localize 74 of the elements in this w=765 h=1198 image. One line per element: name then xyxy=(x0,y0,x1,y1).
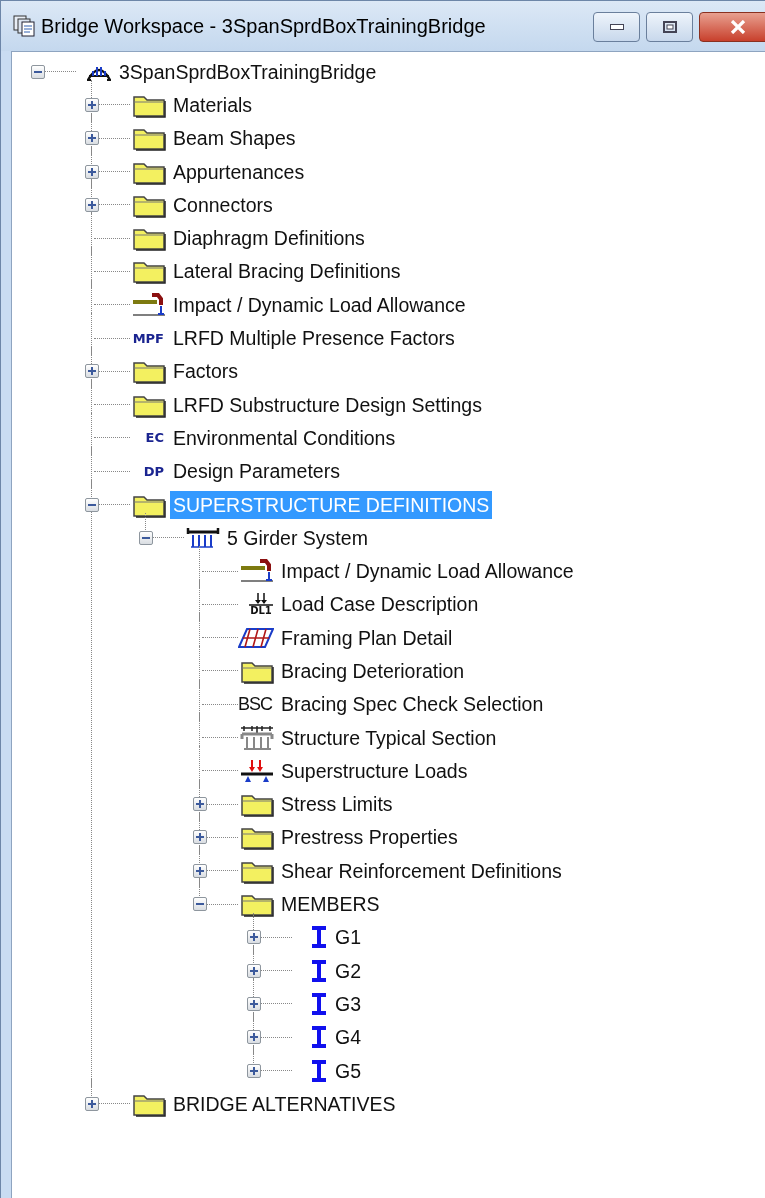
tree-item[interactable]: Impact / Dynamic Load Allowance xyxy=(278,557,577,586)
tree-item[interactable]: Stress Limits xyxy=(278,790,396,819)
i-beam-icon xyxy=(310,1026,328,1049)
abbreviation-icon: MPF xyxy=(132,330,164,346)
expand-toggle[interactable] xyxy=(85,197,99,212)
i-beam-icon xyxy=(310,959,328,982)
expand-toggle[interactable] xyxy=(193,830,207,845)
tree-item[interactable]: Load Case Description xyxy=(278,590,482,619)
tree-item[interactable]: Shear Reinforcement Definitions xyxy=(278,856,565,885)
beam-impact-icon xyxy=(132,291,166,318)
tree-item[interactable]: 3SpanSprdBoxTrainingBridge xyxy=(116,57,380,86)
tree-item[interactable]: Environmental Conditions xyxy=(170,423,399,452)
minimize-icon xyxy=(609,24,624,30)
expand-toggle[interactable] xyxy=(193,797,207,812)
load-case-label: DL1 xyxy=(250,606,272,617)
expand-toggle[interactable] xyxy=(247,1030,261,1045)
tree-item[interactable]: LRFD Substructure Design Settings xyxy=(170,390,485,419)
cross-section-icon xyxy=(240,724,274,751)
expand-toggle[interactable] xyxy=(247,930,261,945)
close-icon xyxy=(730,20,746,34)
deck-girders-icon xyxy=(186,526,220,549)
minimize-button[interactable] xyxy=(593,12,640,42)
collapse-toggle[interactable] xyxy=(193,897,207,912)
collapse-toggle[interactable] xyxy=(31,64,45,79)
tree-item[interactable]: Diaphragm Definitions xyxy=(170,224,368,253)
expand-toggle[interactable] xyxy=(85,1096,99,1111)
abbreviation-icon: EC xyxy=(145,430,164,446)
i-beam-icon xyxy=(310,1059,328,1082)
loaded-beam-icon xyxy=(240,758,274,783)
tree-item[interactable]: G4 xyxy=(332,1023,364,1052)
window-title: Bridge Workspace - 3SpanSprdBoxTrainingBridge xyxy=(41,14,486,38)
tree-item[interactable]: Prestress Properties xyxy=(278,823,461,852)
tree-item[interactable]: LRFD Multiple Presence Factors xyxy=(170,324,458,352)
expand-toggle[interactable] xyxy=(85,97,99,112)
tree-item[interactable]: Impact / Dynamic Load Allowance xyxy=(170,290,469,319)
expand-toggle[interactable] xyxy=(85,131,99,146)
tree-item[interactable]: G1 xyxy=(332,923,364,952)
tree-item[interactable]: Lateral Bracing Definitions xyxy=(170,257,404,286)
expand-toggle[interactable] xyxy=(85,164,99,179)
i-beam-icon xyxy=(310,926,328,949)
collapse-toggle[interactable] xyxy=(139,530,153,545)
abbreviation-icon: BSC xyxy=(238,693,272,715)
tree-item[interactable]: Structure Typical Section xyxy=(278,723,500,752)
tree-item[interactable]: Factors xyxy=(170,357,241,386)
tree-item[interactable]: Beam Shapes xyxy=(170,124,299,153)
tree-item[interactable]: G3 xyxy=(332,989,364,1018)
tree-item[interactable]: BRIDGE ALTERNATIVES xyxy=(170,1089,399,1118)
beam-impact-icon xyxy=(240,558,274,585)
tree-item[interactable]: Bracing Deterioration xyxy=(278,657,468,685)
tree-item[interactable]: MEMBERS xyxy=(278,890,383,919)
i-beam-icon xyxy=(310,992,328,1015)
expand-toggle[interactable] xyxy=(247,996,261,1011)
expand-toggle[interactable] xyxy=(247,963,261,978)
tree-item[interactable]: G5 xyxy=(332,1056,364,1085)
tree-item[interactable]: Appurtenances xyxy=(170,157,308,186)
expand-toggle[interactable] xyxy=(193,863,207,878)
tree-item[interactable]: Connectors xyxy=(170,190,276,219)
restore-icon xyxy=(662,21,677,33)
expand-toggle[interactable] xyxy=(85,364,99,379)
tree-item[interactable]: Superstructure Loads xyxy=(278,756,471,785)
close-button[interactable] xyxy=(699,12,765,42)
tree-item[interactable]: G2 xyxy=(332,956,364,985)
collapse-toggle[interactable] xyxy=(85,497,99,512)
abbreviation-icon: DP xyxy=(143,463,164,479)
expand-toggle[interactable] xyxy=(247,1063,261,1078)
load-arrows-icon xyxy=(248,592,274,607)
documents-icon xyxy=(13,15,35,37)
tree-item[interactable]: Framing Plan Detail xyxy=(278,623,456,652)
tree-item[interactable]: Design Parameters xyxy=(170,457,343,486)
tree-item[interactable]: 5 Girder System xyxy=(224,523,371,552)
tree-item[interactable]: Bracing Spec Check Selection xyxy=(278,690,547,719)
maximize-button[interactable] xyxy=(646,12,693,42)
tree-item[interactable]: Materials xyxy=(170,90,256,119)
framing-grid-icon xyxy=(238,626,274,649)
